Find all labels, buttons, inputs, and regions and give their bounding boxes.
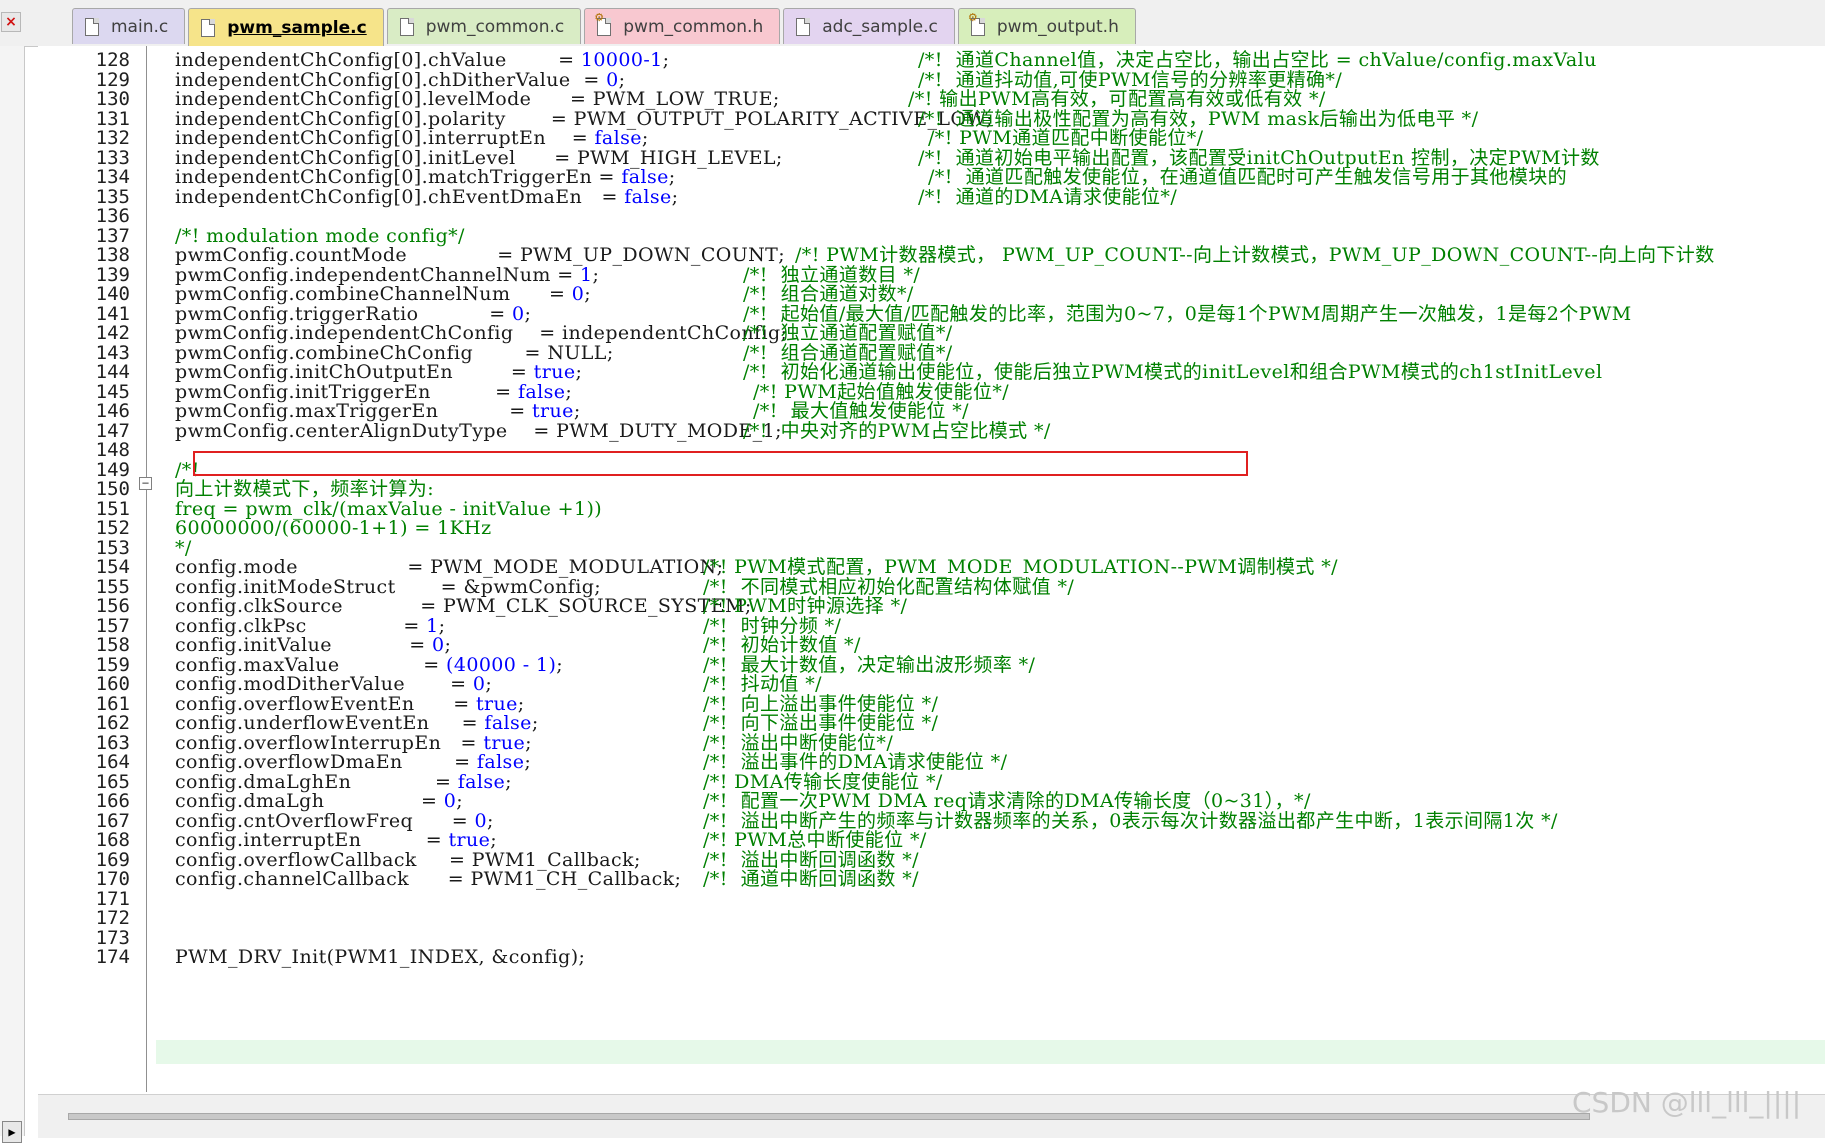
tab-adc-sample-c[interactable]: adc_sample.c — [783, 8, 955, 44]
tab-pwm-output-h[interactable]: pwm_output.h — [957, 8, 1136, 44]
tab-bar: × main.c pwm_sample.c pwm_common.c pwm_comm… — [0, 0, 1825, 47]
fold-guide-line — [146, 46, 147, 1092]
c-file-icon — [201, 18, 216, 37]
c-file-icon — [796, 17, 811, 36]
tab-main-c[interactable]: main.c — [72, 8, 186, 44]
c-file-icon — [85, 17, 99, 36]
code-editor[interactable]: 128 129 130 131 132 133 134 135 136 137 138 139 140 1… — [38, 46, 1825, 1092]
tab-label: main.c — [111, 16, 169, 37]
tab-pwm-common-c[interactable]: pwm_common.c — [386, 8, 582, 44]
c-file-icon — [399, 17, 414, 36]
horizontal-scrollbar[interactable] — [38, 1094, 1825, 1138]
tab-pwm-sample-c[interactable]: pwm_sample.c — [188, 8, 384, 46]
h-file-icon — [968, 11, 985, 36]
scroll-right-arrow-icon[interactable]: ▶ — [2, 1121, 22, 1143]
tab-list: main.c pwm_sample.c pwm_common.c pwm_common… — [72, 8, 1139, 46]
tab-label: pwm_sample.c — [227, 17, 367, 38]
h-file-icon — [594, 11, 612, 36]
scrollbar-thumb[interactable] — [68, 1113, 1590, 1120]
watermark: CSDN @lll_lll_|||| — [1572, 1086, 1802, 1119]
left-panel-strip: ▶ — [0, 46, 25, 1143]
fold-collapse-icon[interactable]: − — [139, 477, 152, 490]
tab-pwm-common-h[interactable]: pwm_common.h — [584, 8, 781, 44]
tab-label: pwm_output.h — [996, 16, 1119, 37]
tab-label: pwm_common.c — [425, 16, 565, 37]
close-icon[interactable]: × — [1, 12, 21, 32]
tab-label: adc_sample.c — [822, 16, 938, 37]
tab-label: pwm_common.h — [623, 16, 764, 37]
annotation-highlight-box — [193, 451, 1248, 476]
code-text: PWM_DRV_Init(PWM1_INDEX, &config); — [175, 946, 586, 969]
current-line-highlight — [156, 1040, 1825, 1064]
code-line: PWM_DRV_Init(PWM1_INDEX, &config); — [38, 946, 1825, 969]
